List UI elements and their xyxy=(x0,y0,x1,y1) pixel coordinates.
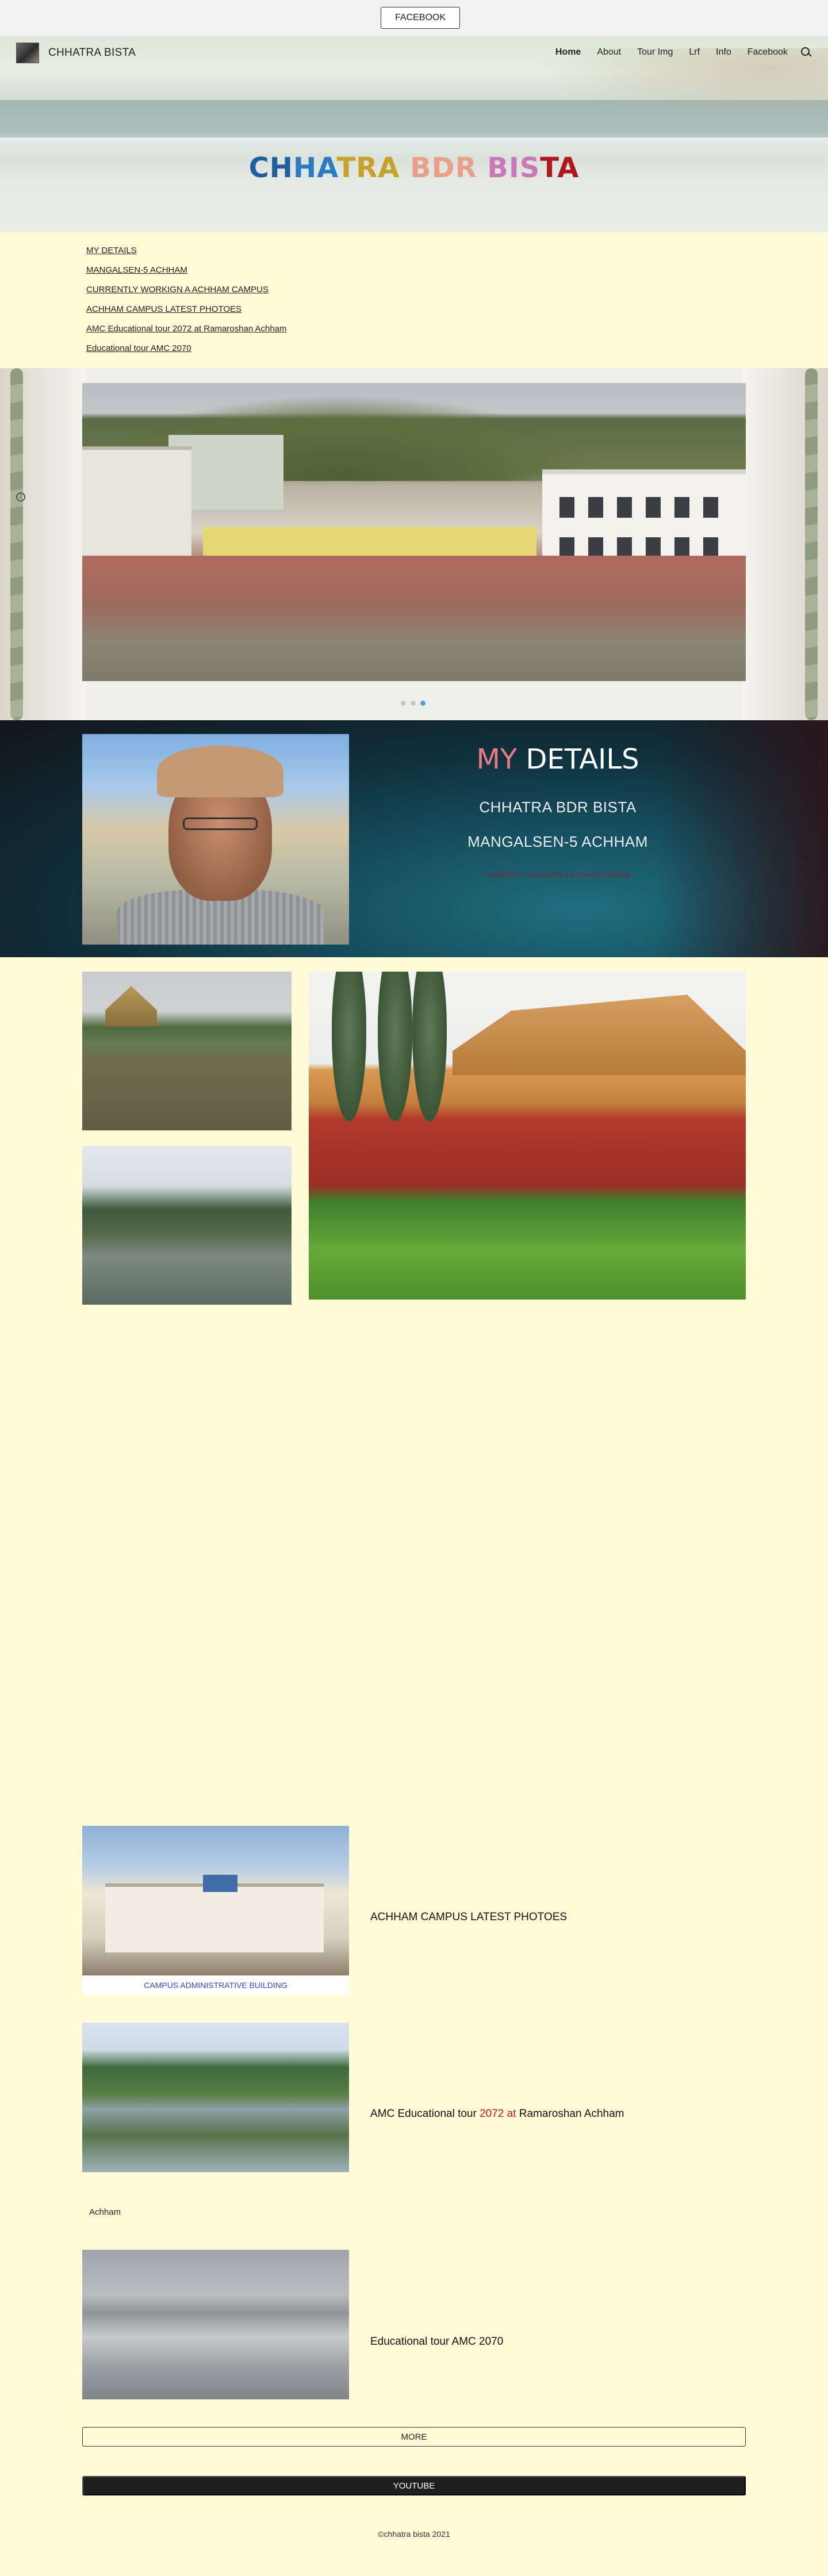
card-title-tour-2072[interactable]: AMC Educational tour 2072 at Ramaroshan … xyxy=(370,2108,624,2120)
info-icon[interactable]: i xyxy=(16,492,25,502)
hero-title-part: HA xyxy=(293,152,337,184)
site-logo[interactable] xyxy=(16,43,39,63)
more-button[interactable]: MORE xyxy=(82,2427,746,2447)
site-name[interactable]: CHHATRA BISTA xyxy=(48,47,136,59)
image-carousel: i xyxy=(0,368,828,720)
details-small-text: CURRENTLY WORKIGN A ACHHAM CAMPUS xyxy=(485,871,631,879)
card-image-campus[interactable] xyxy=(82,1826,349,1975)
details-title-my: MY xyxy=(476,743,518,775)
nav-item-info[interactable]: Info xyxy=(716,47,731,58)
nav-item-home[interactable]: Home xyxy=(555,47,581,58)
card-title-part: AMC Educational tour xyxy=(370,2108,480,2120)
carousel-dots xyxy=(401,701,425,706)
nav-item-lrf[interactable]: Lrf xyxy=(689,47,700,58)
link-currently-working[interactable]: CURRENTLY WORKIGN A ACHHAM CAMPUS xyxy=(86,282,287,301)
site-nav: CHHATRA BISTA Home About Tour Img Lrf In… xyxy=(0,37,828,69)
link-campus-photos[interactable]: ACHHAM CAMPUS LATEST PHOTOES xyxy=(86,301,287,321)
nav-item-facebook[interactable]: Facebook xyxy=(747,47,788,58)
carousel-dot-active[interactable] xyxy=(420,701,425,706)
card-title-campus-photos[interactable]: ACHHAM CAMPUS LATEST PHOTOES xyxy=(370,1911,567,1924)
link-mangalsen[interactable]: MANGALSEN-5 ACHHAM xyxy=(86,262,287,282)
hero-title: CHHATRA BDR BISTA xyxy=(0,152,828,184)
footer-copyright: ©chhatra bista 2021 xyxy=(378,2529,450,2539)
achham-label: Achham xyxy=(89,2207,121,2217)
facebook-button[interactable]: FACEBOOK xyxy=(381,7,460,29)
top-bar: FACEBOOK xyxy=(0,0,828,37)
carousel-dot[interactable] xyxy=(401,701,406,706)
link-tour-2070[interactable]: Educational tour AMC 2070 xyxy=(86,341,287,360)
hero-title-part: CH xyxy=(248,152,293,184)
portrait-photo xyxy=(82,734,349,945)
carousel-slide-campus[interactable] xyxy=(82,383,746,681)
card-caption: CAMPUS ADMINISTRATIVE BUILDING xyxy=(82,1975,349,1995)
details-name: CHHATRA BDR BISTA xyxy=(479,798,637,816)
quick-links: MY DETAILS MANGALSEN-5 ACHHAM CURRENTLY … xyxy=(86,243,287,360)
link-tour-2072[interactable]: AMC Educational tour 2072 at Ramaroshan … xyxy=(86,321,287,341)
card-title-part: Ramaroshan Achham xyxy=(516,2108,624,2120)
details-address: MANGALSEN-5 ACHHAM xyxy=(467,833,648,850)
details-title-rest: DETAILS xyxy=(517,743,639,775)
search-icon[interactable] xyxy=(800,47,812,58)
hero-title-part: TRA xyxy=(336,152,400,184)
vine-decoration-right xyxy=(742,368,828,720)
vine-decoration-left xyxy=(0,368,86,720)
nav-item-about[interactable]: About xyxy=(597,47,621,58)
hero-title-part: TA xyxy=(540,152,580,184)
gallery-photo-lake-trees xyxy=(82,1146,292,1305)
gallery-photo-pond-temple xyxy=(82,972,292,1130)
my-details-section: MY DETAILS CHHATRA BDR BISTA MANGALSEN-5… xyxy=(0,720,828,957)
card-title-part-red: 2072 at xyxy=(480,2108,516,2120)
card-image-ramaroshan[interactable] xyxy=(82,2023,349,2172)
hero-title-part: BDR xyxy=(400,152,477,184)
nav-item-tour-img[interactable]: Tour Img xyxy=(637,47,673,58)
carousel-dot[interactable] xyxy=(411,701,416,706)
youtube-button[interactable]: YOUTUBE xyxy=(82,2476,746,2495)
hero-title-part: BIS xyxy=(477,152,540,184)
card-title-tour-2070[interactable]: Educational tour AMC 2070 xyxy=(370,2336,503,2348)
link-my-details[interactable]: MY DETAILS xyxy=(86,243,287,262)
card-image-lake[interactable] xyxy=(82,2250,349,2399)
gallery-photo-pagoda xyxy=(309,972,746,1300)
nav-menu: Home About Tour Img Lrf Info Facebook xyxy=(539,47,812,58)
details-title: MY DETAILS xyxy=(414,743,702,775)
